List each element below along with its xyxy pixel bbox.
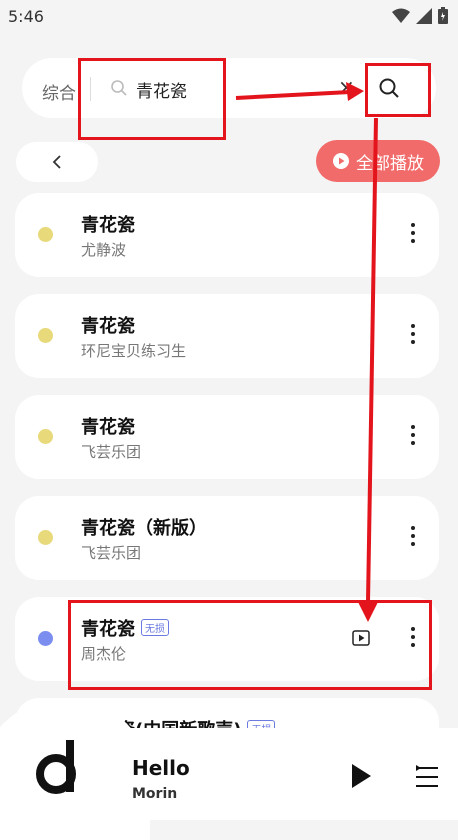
playlist-icon[interactable]	[414, 764, 440, 790]
now-playing-artist: Morin	[132, 786, 178, 802]
now-playing-title: Hello	[132, 756, 190, 780]
annotation-arrows	[235, 82, 379, 622]
play-icon[interactable]	[350, 763, 372, 789]
album-art-icon[interactable]	[36, 736, 86, 796]
